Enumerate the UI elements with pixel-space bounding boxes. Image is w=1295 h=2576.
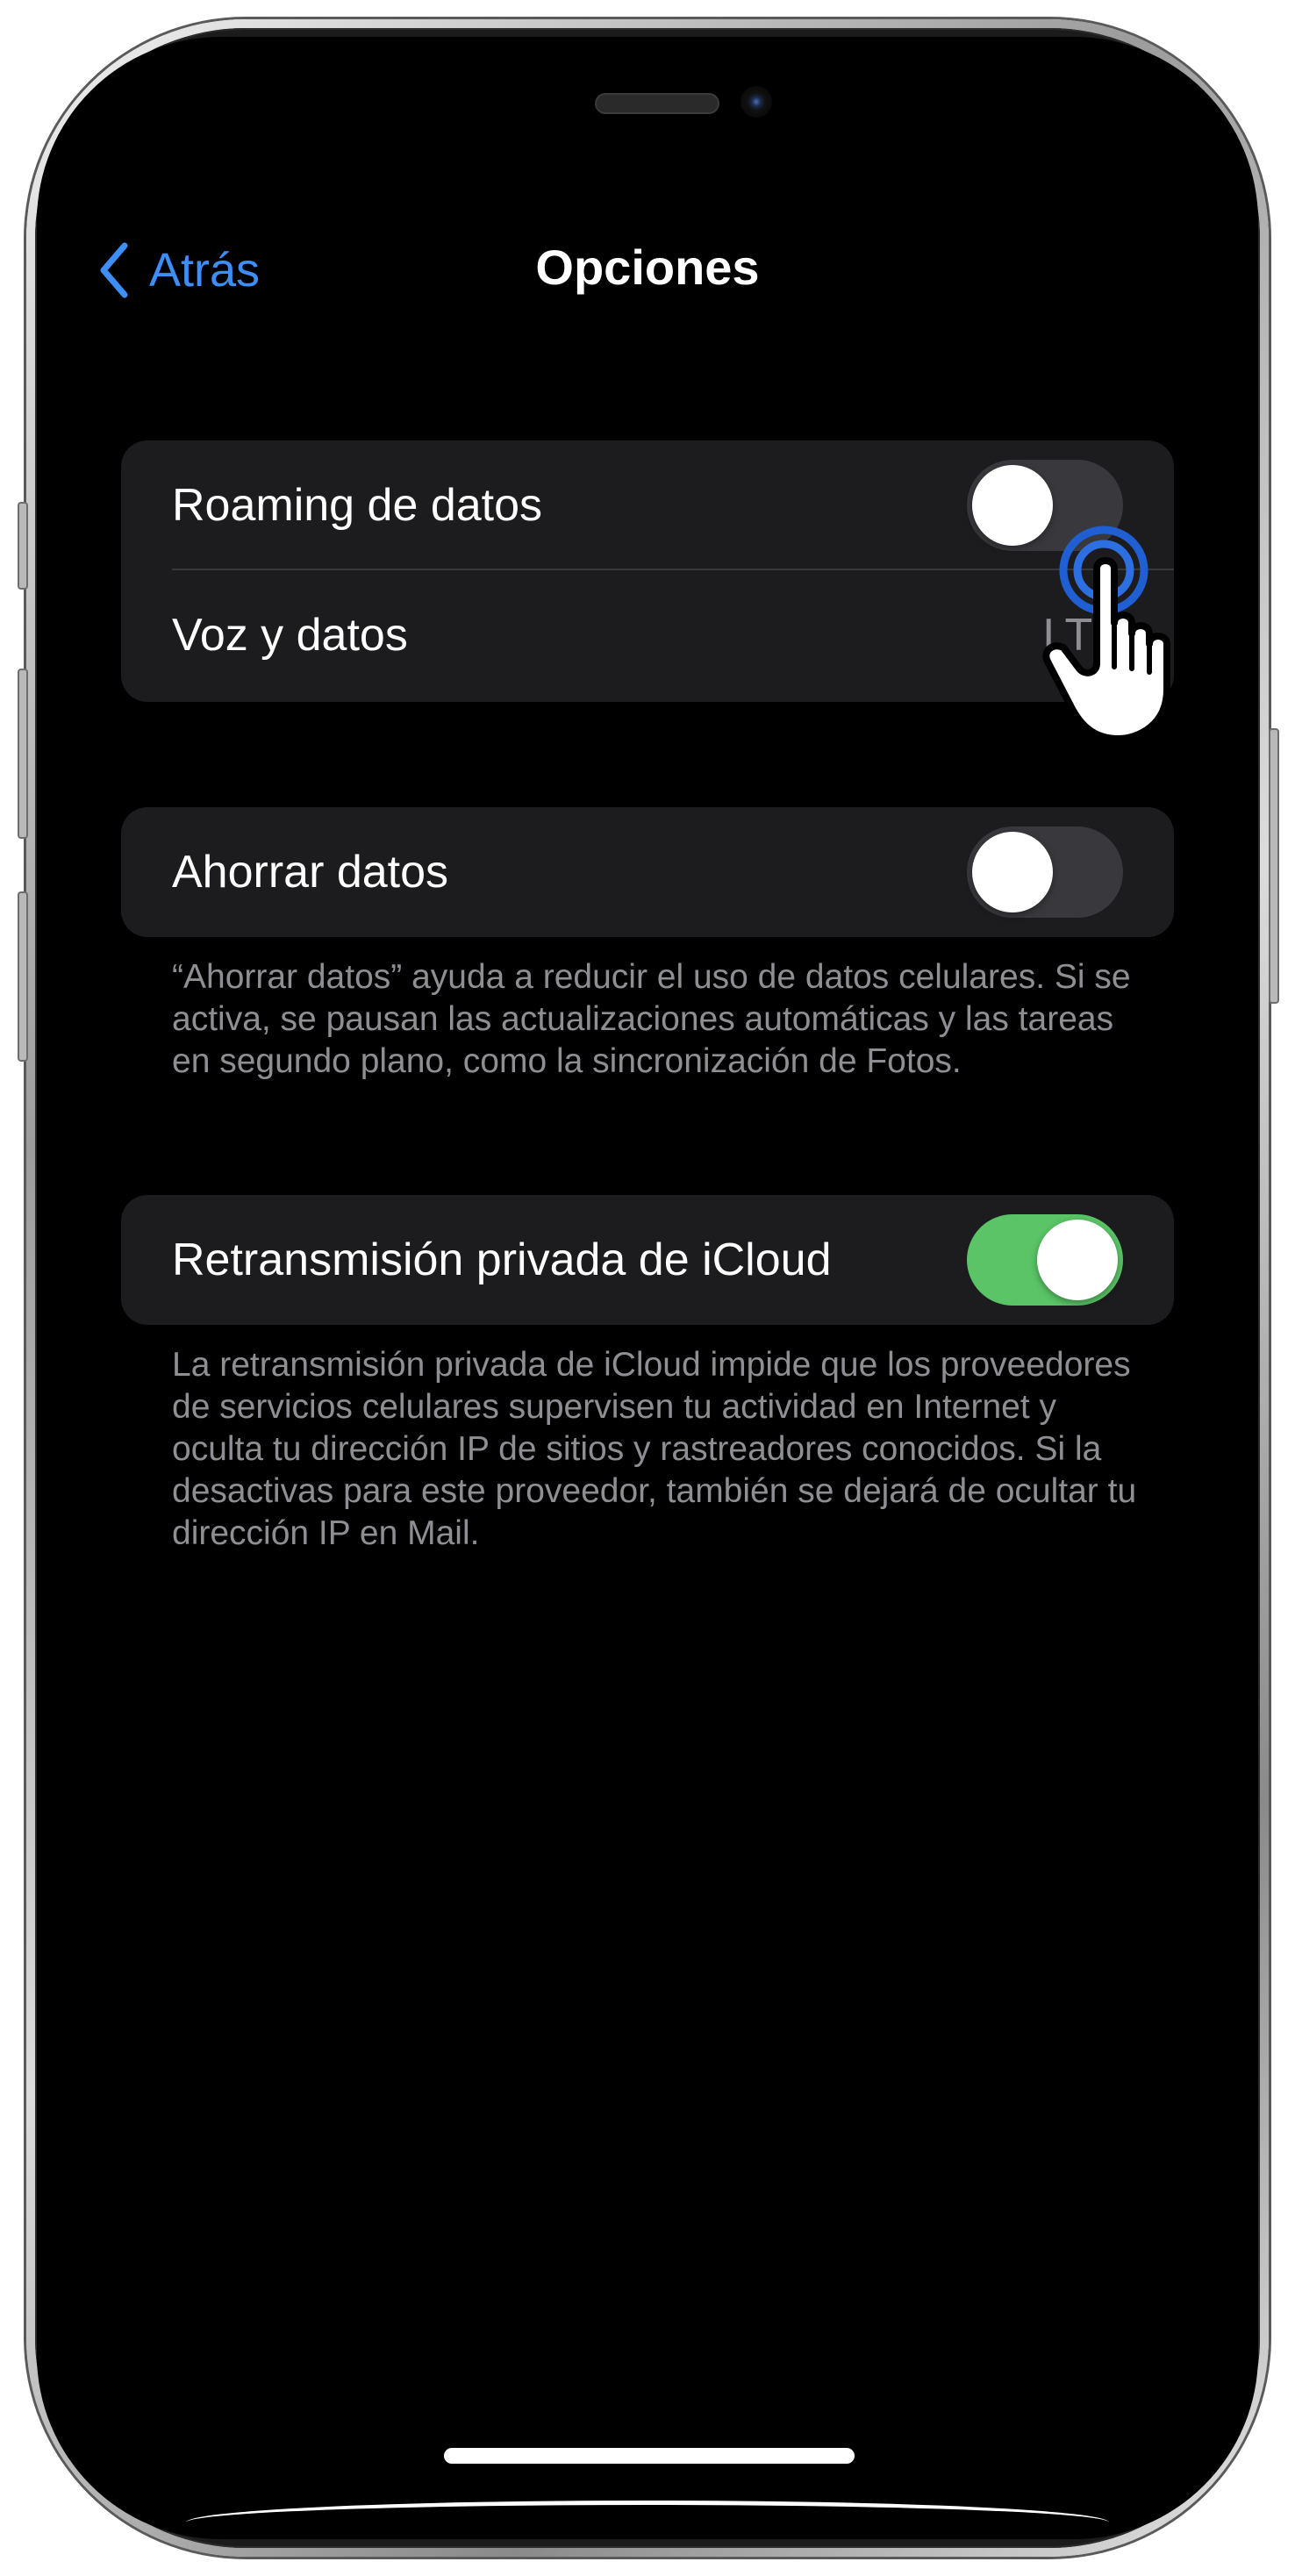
side-button-power [1269,728,1279,1004]
page-title: Opciones [535,240,760,295]
private-relay-toggle[interactable] [967,1214,1123,1306]
side-button-volume-up [18,669,28,839]
toggle-knob [972,832,1053,912]
settings-group-low-data: Ahorrar datos [121,807,1174,937]
home-indicator[interactable] [444,2448,855,2464]
roaming-label: Roaming de datos [172,480,543,531]
screen-bottom-edge [186,2501,1109,2522]
roaming-row[interactable]: Roaming de datos [121,440,1174,570]
settings-group-roaming: Roaming de datos Voz y datos LTE [121,440,1174,702]
settings-group-private-relay: Retransmisión privada de iCloud [121,1195,1174,1325]
low-data-footnote: “Ahorrar datos” ayuda a reducir el uso d… [172,958,1131,1080]
low-data-label: Ahorrar datos [172,847,449,898]
side-button-volume-down [18,891,28,1062]
side-button-mute [18,502,28,590]
private-relay-footnote: La retransmisión privada de iCloud impid… [172,1346,1137,1552]
voice-data-row[interactable]: Voz y datos LTE [121,570,1174,700]
low-data-toggle[interactable] [967,826,1123,918]
speaker-grille [595,93,719,114]
private-relay-label: Retransmisión privada de iCloud [172,1234,832,1285]
camera-lens [741,86,772,118]
tap-hand-icon [1042,526,1170,742]
voice-data-label: Voz y datos [172,610,408,661]
screen: Atrás Opciones Roaming de datos Voz y da… [37,37,1258,2539]
private-relay-row[interactable]: Retransmisión privada de iCloud [121,1195,1174,1325]
low-data-row[interactable]: Ahorrar datos [121,807,1174,937]
toggle-knob [1037,1220,1118,1300]
